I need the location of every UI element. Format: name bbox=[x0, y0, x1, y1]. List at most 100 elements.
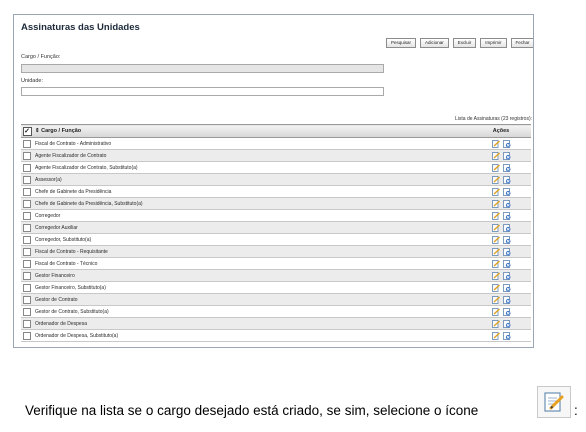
row-checkbox[interactable] bbox=[23, 235, 31, 244]
row-checkbox[interactable] bbox=[23, 295, 31, 304]
unidade-field[interactable] bbox=[21, 87, 384, 96]
table-row[interactable]: Fiscal de Contrato - Administrativo bbox=[21, 137, 531, 150]
delete-icon[interactable] bbox=[502, 187, 511, 196]
actions-cell bbox=[471, 293, 531, 306]
table-row[interactable]: Corregedor Auxiliar bbox=[21, 221, 531, 234]
delete-icon[interactable] bbox=[502, 151, 511, 160]
cargo-cell: Ordenador de Despesa, Substituto(a) bbox=[33, 329, 471, 342]
delete-icon[interactable] bbox=[502, 223, 511, 232]
edit-icon[interactable] bbox=[491, 211, 500, 220]
delete-icon[interactable] bbox=[502, 319, 511, 328]
cargo-cell: Assessor(a) bbox=[33, 173, 471, 186]
row-checkbox[interactable] bbox=[23, 163, 31, 172]
row-checkbox-cell bbox=[21, 149, 33, 162]
cargo-cell: Gestor Financeiro bbox=[33, 269, 471, 282]
row-checkbox[interactable] bbox=[23, 199, 31, 208]
cargo-field[interactable] bbox=[21, 64, 384, 73]
excluir-button[interactable]: Excluir bbox=[452, 38, 477, 48]
edit-icon[interactable] bbox=[491, 163, 500, 172]
edit-icon[interactable] bbox=[491, 139, 500, 148]
table-row[interactable]: Gestor de Contrato, Substituto(a) bbox=[21, 305, 531, 318]
row-checkbox[interactable] bbox=[23, 151, 31, 160]
table-row[interactable]: Corregedor, Substituto(a) bbox=[21, 233, 531, 246]
row-checkbox[interactable] bbox=[23, 331, 31, 340]
edit-icon[interactable] bbox=[491, 283, 500, 292]
cargo-cell: Corregedor bbox=[33, 209, 471, 222]
table-row[interactable]: Corregedor bbox=[21, 209, 531, 222]
select-all-checkbox[interactable]: ✓ bbox=[22, 126, 32, 136]
edit-icon[interactable] bbox=[491, 259, 500, 268]
pesquisar-button[interactable]: Pesquisar bbox=[386, 38, 417, 48]
delete-icon[interactable] bbox=[502, 259, 511, 268]
row-checkbox[interactable] bbox=[23, 175, 31, 184]
table-row[interactable]: Fiscal de Contrato - Técnico bbox=[21, 257, 531, 270]
delete-icon[interactable] bbox=[502, 175, 511, 184]
table-row[interactable]: Chefe de Gabinete da Presidência bbox=[21, 185, 531, 198]
delete-icon[interactable] bbox=[502, 331, 511, 340]
delete-icon[interactable] bbox=[502, 295, 511, 304]
delete-icon[interactable] bbox=[502, 211, 511, 220]
table-row[interactable]: Agente Fiscalizador de Contrato bbox=[21, 149, 531, 162]
delete-icon[interactable] bbox=[502, 307, 511, 316]
table-row[interactable]: Chefe de Gabinete da Presidência, Substi… bbox=[21, 197, 531, 210]
table-row[interactable]: Ordenador de Despesa bbox=[21, 317, 531, 330]
delete-icon[interactable] bbox=[502, 247, 511, 256]
cargo-cell: Gestor de Contrato bbox=[33, 293, 471, 306]
delete-icon[interactable] bbox=[502, 283, 511, 292]
cargo-cell: Gestor de Contrato, Substituto(a) bbox=[33, 305, 471, 318]
edit-icon[interactable] bbox=[491, 223, 500, 232]
row-checkbox[interactable] bbox=[23, 259, 31, 268]
delete-icon[interactable] bbox=[502, 163, 511, 172]
row-checkbox[interactable] bbox=[23, 271, 31, 280]
edit-icon[interactable] bbox=[491, 307, 500, 316]
cargo-column-header[interactable]: ⇕ Cargo / Função bbox=[33, 124, 471, 138]
row-checkbox-cell bbox=[21, 245, 33, 258]
delete-icon[interactable] bbox=[502, 235, 511, 244]
row-checkbox[interactable] bbox=[23, 187, 31, 196]
edit-icon[interactable] bbox=[491, 247, 500, 256]
edit-icon[interactable] bbox=[491, 271, 500, 280]
imprimir-button[interactable]: Imprimir bbox=[480, 38, 507, 48]
edit-icon[interactable] bbox=[491, 331, 500, 340]
table-row[interactable]: Gestor Financeiro bbox=[21, 269, 531, 282]
row-checkbox-cell bbox=[21, 209, 33, 222]
table-body: Fiscal de Contrato - Administrativo Agent… bbox=[21, 137, 531, 342]
row-checkbox[interactable] bbox=[23, 319, 31, 328]
table-row[interactable]: Gestor Financeiro, Substituto(a) bbox=[21, 281, 531, 294]
delete-icon[interactable] bbox=[502, 199, 511, 208]
cargo-label: Cargo / Função: bbox=[21, 54, 61, 60]
row-checkbox[interactable] bbox=[23, 307, 31, 316]
edit-icon[interactable] bbox=[491, 175, 500, 184]
row-checkbox-cell bbox=[21, 317, 33, 330]
row-checkbox-cell bbox=[21, 137, 33, 150]
row-checkbox[interactable] bbox=[23, 283, 31, 292]
list-count-info: Lista de Assinaturas (23 registros): bbox=[455, 116, 532, 122]
edit-icon[interactable] bbox=[491, 319, 500, 328]
edit-icon[interactable] bbox=[491, 295, 500, 304]
table-row[interactable]: Agente Fiscalizador de Contrato, Substit… bbox=[21, 161, 531, 174]
adicionar-button[interactable]: Adicionar bbox=[420, 38, 449, 48]
table-row[interactable]: Fiscal de Contrato - Requisitante bbox=[21, 245, 531, 258]
fechar-button[interactable]: Fechar bbox=[510, 38, 533, 48]
cargo-header-label: Cargo / Função bbox=[41, 128, 82, 134]
table-row[interactable]: Gestor de Contrato bbox=[21, 293, 531, 306]
cargo-cell: Agente Fiscalizador de Contrato, Substit… bbox=[33, 161, 471, 174]
delete-icon[interactable] bbox=[502, 139, 511, 148]
edit-icon[interactable] bbox=[491, 235, 500, 244]
toolbar: Pesquisar Adicionar Excluir Imprimir Fec… bbox=[386, 38, 533, 48]
edit-icon[interactable] bbox=[491, 187, 500, 196]
delete-icon[interactable] bbox=[502, 271, 511, 280]
actions-cell bbox=[471, 197, 531, 210]
table-row[interactable]: Assessor(a) bbox=[21, 173, 531, 186]
table-row[interactable]: Ordenador de Despesa, Substituto(a) bbox=[21, 329, 531, 342]
row-checkbox[interactable] bbox=[23, 211, 31, 220]
app-window: Assinaturas das Unidades Pesquisar Adici… bbox=[13, 14, 534, 348]
row-checkbox-cell bbox=[21, 185, 33, 198]
row-checkbox[interactable] bbox=[23, 139, 31, 148]
edit-icon[interactable] bbox=[491, 199, 500, 208]
page-title: Assinaturas das Unidades bbox=[21, 22, 140, 33]
edit-icon[interactable] bbox=[491, 151, 500, 160]
row-checkbox[interactable] bbox=[23, 247, 31, 256]
row-checkbox[interactable] bbox=[23, 223, 31, 232]
sort-icon: ⇕ bbox=[35, 128, 40, 134]
